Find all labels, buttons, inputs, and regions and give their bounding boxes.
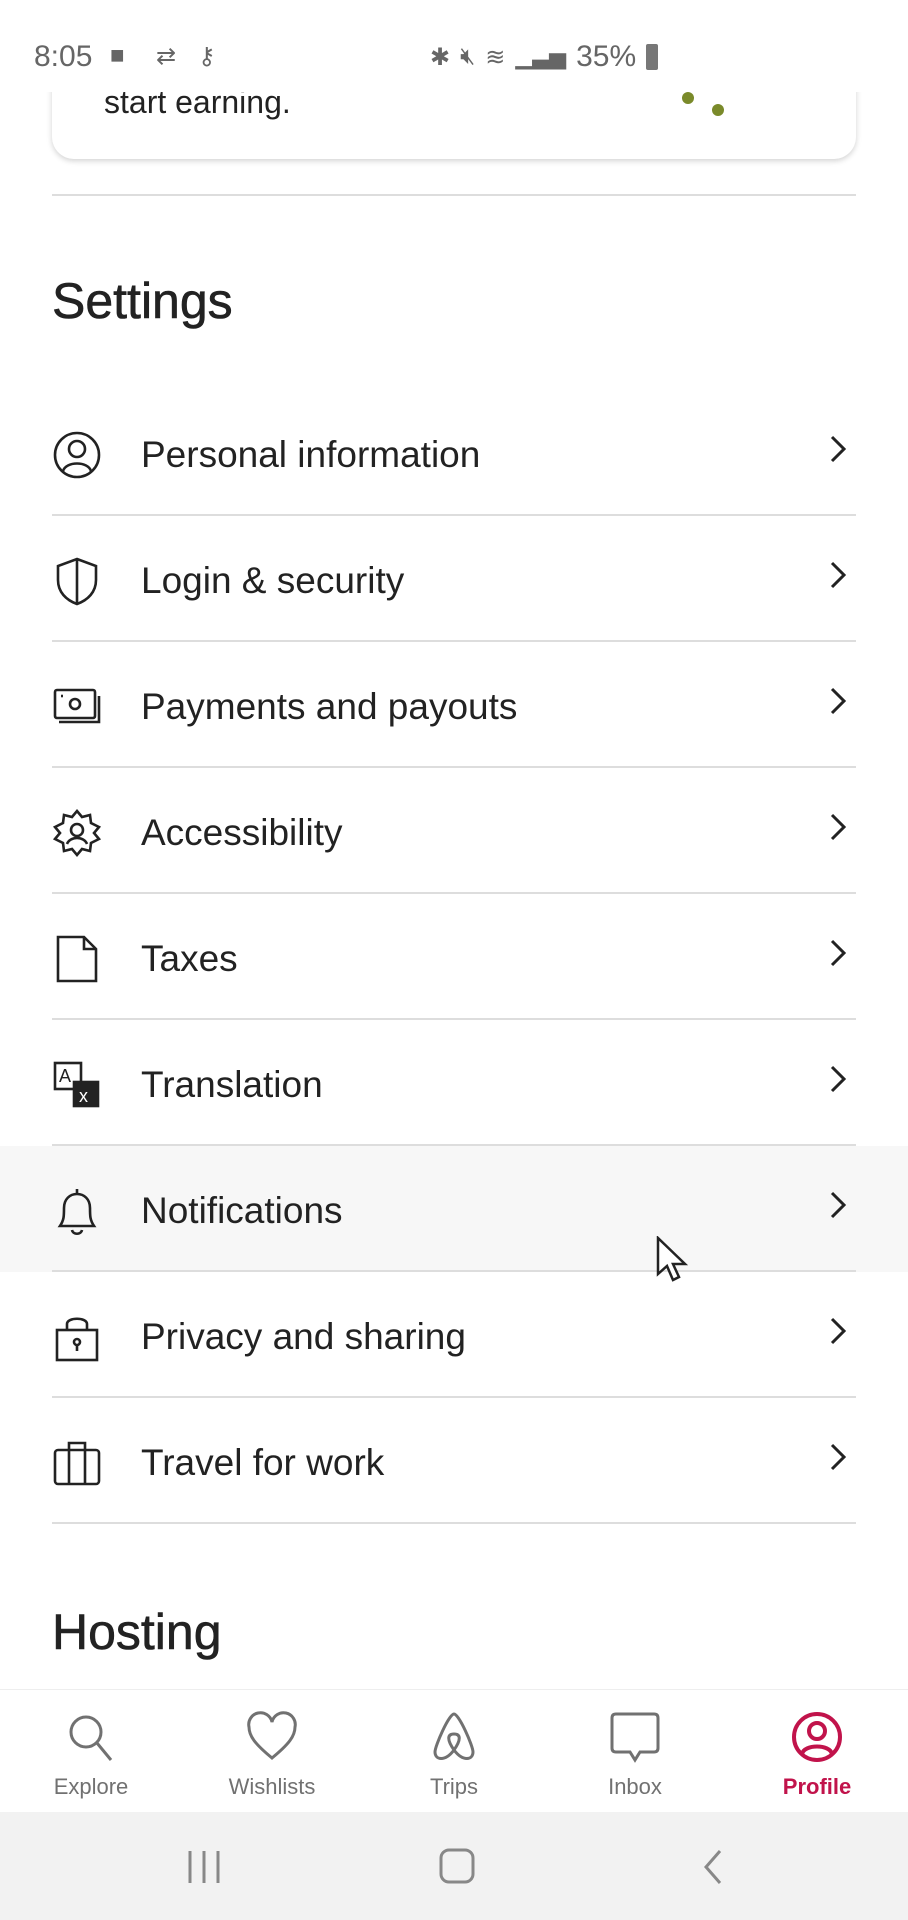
settings-item-accessibility[interactable]: Accessibility xyxy=(0,768,908,894)
settings-item-privacy-and-sharing[interactable]: Privacy and sharing xyxy=(0,1272,908,1398)
document-icon xyxy=(56,935,98,983)
chevron-right-icon xyxy=(830,561,847,589)
settings-item-label: Taxes xyxy=(141,938,238,979)
card-illustration-dot xyxy=(712,104,724,116)
status-bar: 8:05 ■ ⇄ ⚷ ✱ 🔇︎ ≋ ▁▃▅ 35% xyxy=(0,0,908,92)
status-time: 8:05 xyxy=(34,40,93,73)
settings-item-personal-information[interactable]: Personal information xyxy=(0,390,908,516)
wifi-icon: ≋ xyxy=(485,43,506,71)
tab-label: Profile xyxy=(782,1774,852,1799)
settings-item-label: Payments and payouts xyxy=(141,686,518,727)
settings-item-label: Privacy and sharing xyxy=(141,1316,466,1357)
settings-item-login-security[interactable]: Login & security xyxy=(0,516,908,642)
chevron-right-icon xyxy=(830,1191,847,1219)
settings-item-label: Travel for work xyxy=(141,1442,385,1483)
battery-level: 35% xyxy=(576,40,637,73)
back-icon[interactable] xyxy=(698,1847,728,1887)
search-icon xyxy=(69,1715,113,1761)
battery-icon xyxy=(646,44,659,70)
settings-item-label: Accessibility xyxy=(141,812,343,853)
shield-icon xyxy=(56,557,98,606)
video-icon: ■ xyxy=(110,42,125,69)
tab-label: Inbox xyxy=(608,1774,662,1799)
gear-icon xyxy=(52,808,102,858)
settings-item-translation[interactable]: Ax Translation xyxy=(0,1020,908,1146)
mouse-cursor-icon xyxy=(656,1236,689,1282)
tab-profile[interactable]: Profile xyxy=(726,1690,908,1813)
chevron-right-icon xyxy=(830,687,847,715)
settings-item-travel-for-work[interactable]: Travel for work xyxy=(0,1398,908,1524)
bell-icon xyxy=(57,1189,97,1236)
bluetooth-icon: ✱ xyxy=(430,43,451,71)
settings-item-payments-and-payouts[interactable]: Payments and payouts xyxy=(0,642,908,768)
briefcase-icon xyxy=(53,1441,101,1486)
svg-text:x: x xyxy=(79,1086,88,1106)
bottom-nav: Explore Wishlists Trips Inbox Profile xyxy=(0,1689,908,1812)
chevron-right-icon xyxy=(830,939,847,967)
settings-item-label: Personal information xyxy=(141,434,481,475)
mute-icon: 🔇︎ xyxy=(460,43,476,70)
divider xyxy=(52,194,856,196)
settings-item-label: Translation xyxy=(141,1064,323,1105)
settings-item-label: Notifications xyxy=(141,1190,343,1231)
recent-apps-icon[interactable] xyxy=(186,1847,222,1887)
card-illustration xyxy=(682,92,694,104)
settings-item-taxes[interactable]: Taxes xyxy=(0,894,908,1020)
sync-icon: ⇄ xyxy=(156,43,177,70)
heart-icon xyxy=(247,1711,297,1760)
tab-label: Trips xyxy=(429,1774,479,1799)
chat-icon xyxy=(610,1712,660,1763)
chevron-right-icon xyxy=(830,1443,847,1471)
system-nav-bar xyxy=(0,1812,908,1920)
lock-icon xyxy=(55,1317,99,1362)
chevron-right-icon xyxy=(830,813,847,841)
divider xyxy=(52,1522,856,1524)
tab-label: Wishlists xyxy=(228,1774,316,1799)
signal-icon: ▁▃▅ xyxy=(515,44,567,69)
tab-wishlists[interactable]: Wishlists xyxy=(181,1690,363,1813)
chevron-right-icon xyxy=(830,1065,847,1093)
tab-trips[interactable]: Trips xyxy=(363,1690,545,1813)
tab-label: Explore xyxy=(53,1774,129,1799)
user-circle-icon xyxy=(53,431,101,479)
key-icon: ⚷ xyxy=(198,43,216,70)
settings-item-notifications[interactable]: Notifications xyxy=(0,1146,908,1272)
tab-explore[interactable]: Explore xyxy=(0,1690,182,1813)
home-icon[interactable] xyxy=(438,1847,478,1887)
settings-item-label: Login & security xyxy=(141,560,405,601)
chevron-right-icon xyxy=(830,1317,847,1345)
svg-text:A: A xyxy=(59,1066,71,1086)
payment-icon xyxy=(53,688,101,724)
settings-heading: Settings xyxy=(52,273,233,330)
chevron-right-icon xyxy=(830,435,847,463)
hosting-heading: Hosting xyxy=(52,1604,222,1661)
tab-inbox[interactable]: Inbox xyxy=(544,1690,726,1813)
airbnb-logo-icon xyxy=(433,1712,475,1760)
translate-icon: Ax xyxy=(53,1061,100,1108)
profile-icon xyxy=(792,1712,842,1762)
